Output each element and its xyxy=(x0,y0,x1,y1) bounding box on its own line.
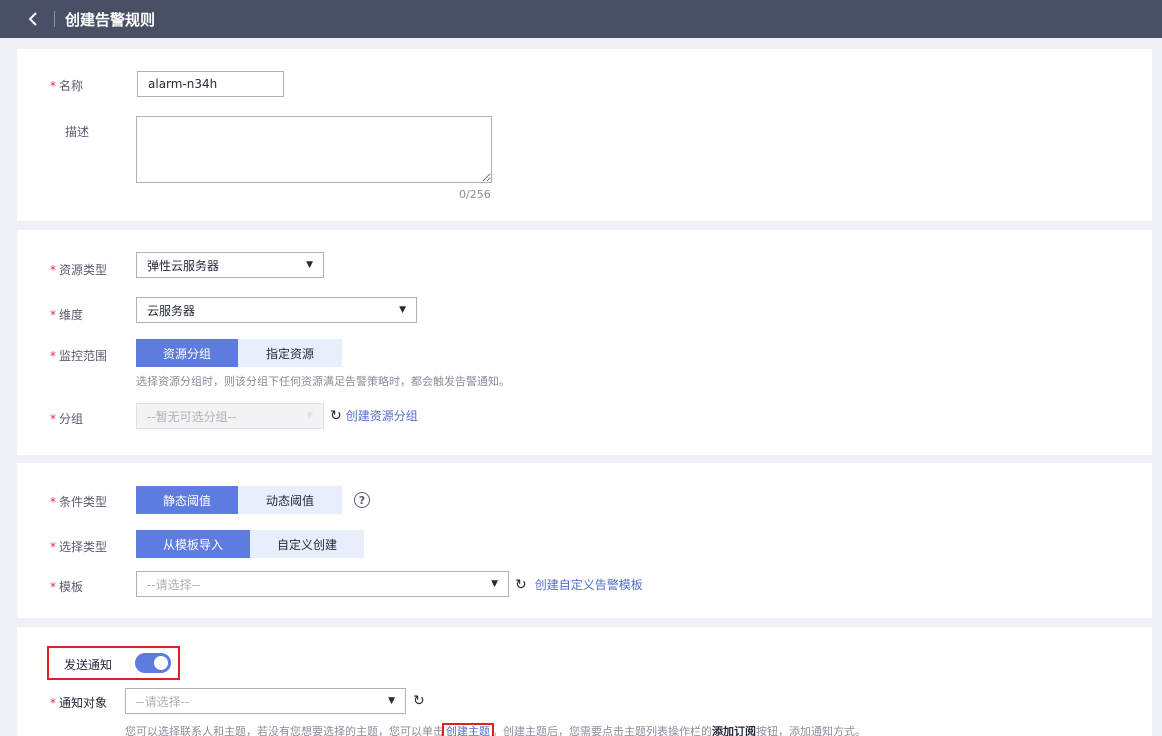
target-placeholder: --请选择-- xyxy=(136,694,190,709)
create-group-row: ↻ 创建资源分组 xyxy=(330,407,418,424)
description-textarea[interactable] xyxy=(136,116,492,183)
dimension-label: * 维度 xyxy=(50,306,83,323)
required-mark: * xyxy=(50,580,56,594)
target-select[interactable]: --请选择-- ▼ xyxy=(125,688,406,714)
divider xyxy=(54,11,55,27)
select-type-segment: 从模板导入 自定义创建 xyxy=(136,530,364,558)
dimension-select[interactable]: 云服务器 ▼ xyxy=(136,297,417,323)
notify-hint-prefix: 您可以选择联系人和主题，若没有您想要选择的主题，您可以单击 xyxy=(125,725,444,736)
create-group-link[interactable]: 创建资源分组 xyxy=(346,407,418,424)
caret-down-icon: ▼ xyxy=(399,305,406,315)
template-select[interactable]: --请选择-- ▼ xyxy=(136,571,509,597)
caret-down-icon: ▼ xyxy=(491,579,498,589)
notify-hint-suffix: 按钮，添加通知方式。 xyxy=(756,725,866,736)
cond-option-static[interactable]: 静态阈值 xyxy=(136,486,238,514)
back-button[interactable] xyxy=(24,10,42,28)
cond-type-label-text: 条件类型 xyxy=(59,495,108,509)
basic-info-card: * 名称 alarm-n34h 描述 0/256 xyxy=(17,49,1152,221)
page-title: 创建告警规则 xyxy=(65,10,156,29)
resource-type-select[interactable]: 弹性云服务器 ▼ xyxy=(136,252,324,278)
create-template-row: ↻ 创建自定义告警模板 xyxy=(515,576,643,593)
required-mark: * xyxy=(50,540,56,554)
resource-type-label: * 资源类型 xyxy=(50,261,107,278)
caret-down-icon: ▼ xyxy=(306,260,313,270)
refresh-icon[interactable]: ↻ xyxy=(515,577,527,593)
notify-hint-bold: 添加订阅 xyxy=(712,725,756,736)
name-input-value: alarm-n34h xyxy=(148,77,218,91)
create-template-link[interactable]: 创建自定义告警模板 xyxy=(535,576,643,593)
send-notify-label: 发送通知 xyxy=(64,658,113,672)
required-mark: * xyxy=(50,696,56,710)
target-label: * 通知对象 xyxy=(50,694,107,711)
required-mark: * xyxy=(50,495,56,509)
select-option-template[interactable]: 从模板导入 xyxy=(136,530,250,558)
help-icon[interactable]: ? xyxy=(354,492,370,508)
cond-type-segment: 静态阈值 动态阈值 xyxy=(136,486,342,514)
required-mark: * xyxy=(50,412,56,426)
refresh-icon[interactable]: ↻ xyxy=(413,693,425,709)
required-mark: * xyxy=(50,349,56,363)
name-label-text: 名称 xyxy=(59,79,84,93)
caret-down-icon: ▼ xyxy=(388,696,395,706)
cond-option-dynamic[interactable]: 动态阈值 xyxy=(238,486,342,514)
select-type-label-text: 选择类型 xyxy=(59,540,108,554)
notify-hint-middle: 。创建主题后，您需要点击主题列表操作栏的 xyxy=(492,725,712,736)
dimension-label-text: 维度 xyxy=(59,308,84,322)
required-mark: * xyxy=(50,79,56,93)
resource-card: * 资源类型 弹性云服务器 ▼ * 维度 云服务器 ▼ * 监控范围 资源分组 指定资… xyxy=(17,230,1152,455)
name-label: * 名称 xyxy=(50,77,83,94)
required-mark: * xyxy=(50,308,56,322)
group-label: * 分组 xyxy=(50,410,83,427)
group-select: --暂无可选分组-- ▼ xyxy=(136,403,324,429)
cond-type-label: * 条件类型 xyxy=(50,493,107,510)
notify-hint: 您可以选择联系人和主题，若没有您想要选择的主题，您可以单击 创建主题 。创建主题后，… xyxy=(125,723,866,736)
select-option-custom[interactable]: 自定义创建 xyxy=(250,530,364,558)
resource-type-label-text: 资源类型 xyxy=(59,263,108,277)
scope-option-specific[interactable]: 指定资源 xyxy=(238,339,342,367)
refresh-icon[interactable]: ↻ xyxy=(330,408,342,424)
create-topic-link[interactable]: 创建主题 xyxy=(442,723,494,736)
required-mark: * xyxy=(50,263,56,277)
scope-segment: 资源分组 指定资源 xyxy=(136,339,342,367)
chevron-left-icon xyxy=(28,12,37,26)
name-input[interactable]: alarm-n34h xyxy=(137,71,284,97)
notification-card: 发送通知 * 通知对象 --请选择-- ▼ ↻ 您可以选择联系人和主题，若没有您想… xyxy=(17,627,1152,736)
dimension-value: 云服务器 xyxy=(147,303,196,318)
scope-option-group[interactable]: 资源分组 xyxy=(136,339,238,367)
desc-counter: 0/256 xyxy=(459,188,491,201)
scope-label: * 监控范围 xyxy=(50,347,107,364)
group-placeholder: --暂无可选分组-- xyxy=(147,409,237,424)
scope-label-text: 监控范围 xyxy=(59,349,108,363)
select-type-label: * 选择类型 xyxy=(50,538,107,555)
template-label-text: 模板 xyxy=(59,580,84,594)
resource-type-value: 弹性云服务器 xyxy=(147,258,220,273)
target-label-text: 通知对象 xyxy=(59,696,108,710)
top-bar: 创建告警规则 xyxy=(0,0,1162,38)
condition-card: * 条件类型 静态阈值 动态阈值 ? * 选择类型 从模板导入 自定义创建 * 模板 … xyxy=(17,463,1152,618)
template-placeholder: --请选择-- xyxy=(147,577,201,592)
desc-label: 描述 xyxy=(65,125,90,139)
template-label: * 模板 xyxy=(50,578,83,595)
send-notify-toggle[interactable] xyxy=(135,653,171,673)
scope-hint: 选择资源分组时，则该分组下任何资源满足告警策略时，都会触发告警通知。 xyxy=(136,375,510,388)
caret-down-icon: ▼ xyxy=(306,411,313,421)
group-label-text: 分组 xyxy=(59,412,84,426)
